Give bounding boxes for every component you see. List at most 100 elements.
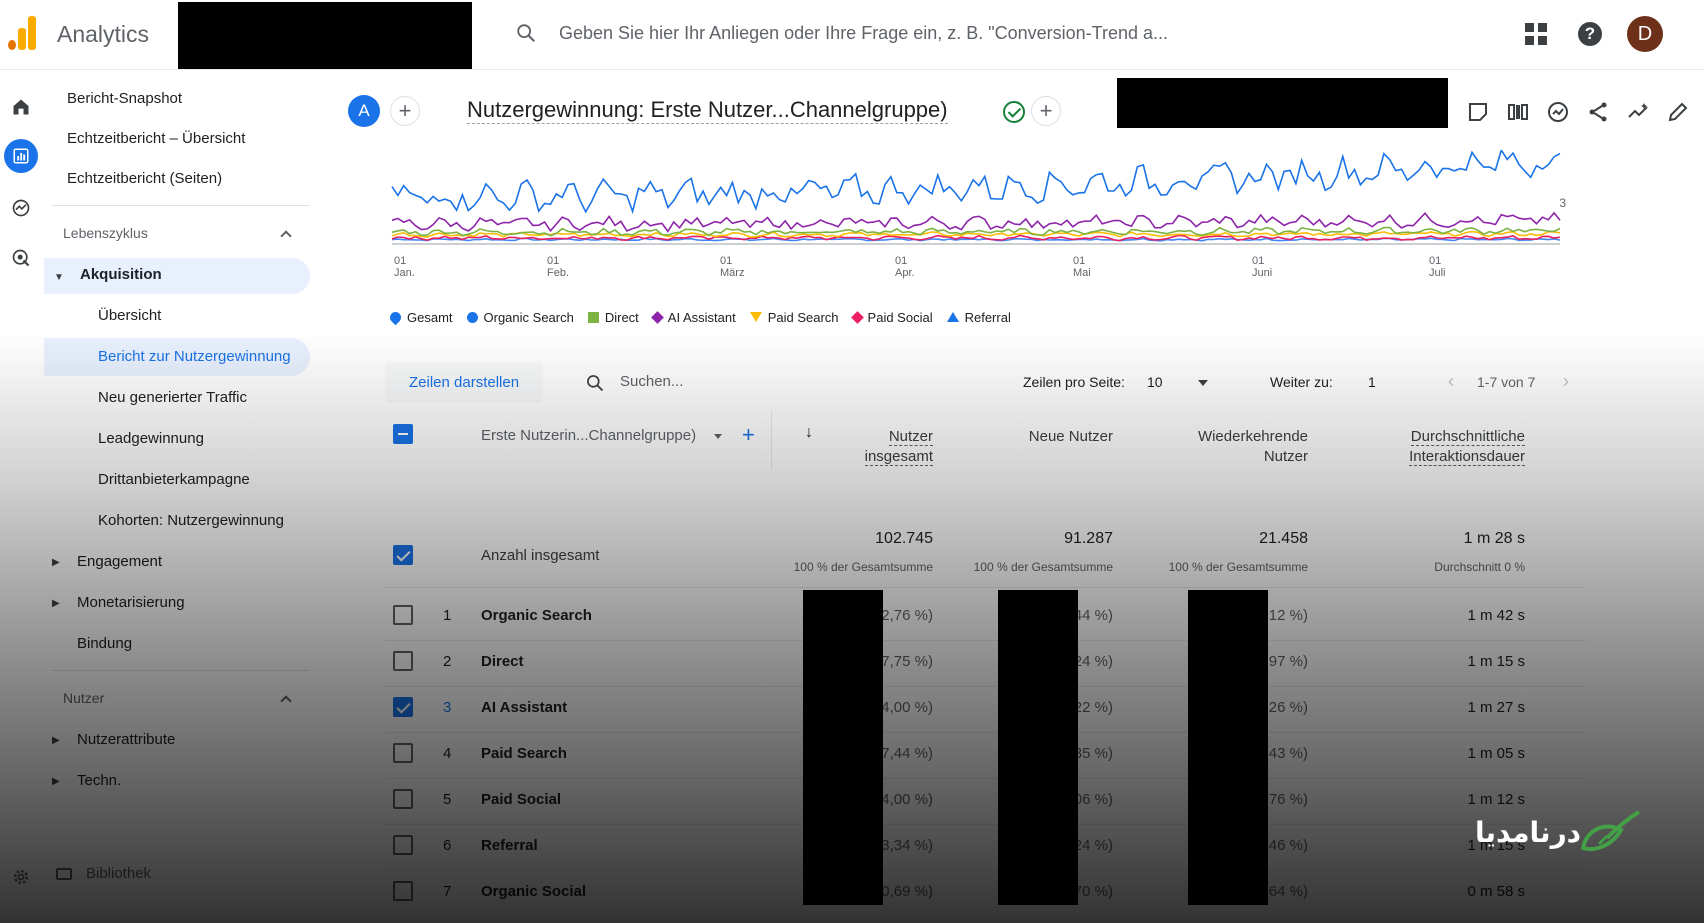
annotation-icon[interactable] [1466, 100, 1490, 124]
legend-item[interactable]: Paid Social [850, 307, 933, 327]
row-checkbox[interactable] [393, 743, 413, 763]
help-icon[interactable]: ? [1578, 22, 1602, 46]
home-icon[interactable] [4, 90, 38, 124]
add-comparison-button[interactable]: + [390, 96, 420, 126]
nav-user-acquisition[interactable]: Bericht zur Nutzergewinnung [98, 348, 291, 365]
trend-sparkle-icon[interactable] [1626, 100, 1650, 124]
compare-icon[interactable] [1506, 100, 1530, 124]
nav-new-traffic[interactable]: Neu generierter Traffic [98, 389, 247, 406]
legend-label: AI Assistant [667, 309, 736, 325]
series-line-organic-search[interactable] [391, 150, 1561, 215]
search-icon[interactable] [585, 373, 605, 393]
nav-monetization[interactable]: Monetarisierung [77, 594, 185, 611]
redacted-property-selector [178, 2, 472, 69]
advertising-icon[interactable] [4, 241, 38, 275]
check-circle-icon[interactable] [1003, 101, 1025, 123]
row-channel-name[interactable]: Organic Social [481, 883, 586, 900]
edit-pencil-icon[interactable] [1666, 100, 1690, 124]
row-checkbox[interactable] [393, 651, 413, 671]
nav-realtime-overview[interactable]: Echtzeitbericht – Übersicht [67, 130, 245, 147]
row-channel-name[interactable]: Organic Search [481, 607, 592, 624]
row-checkbox[interactable] [393, 697, 413, 717]
legend-item[interactable]: Direct [587, 307, 639, 327]
row-index: 7 [443, 883, 452, 900]
share-icon[interactable] [1586, 100, 1610, 124]
next-page-icon[interactable]: › [1563, 371, 1569, 392]
row-checkbox[interactable] [393, 881, 413, 901]
prev-page-icon[interactable]: ‹ [1448, 371, 1454, 392]
nav-third-party-campaign[interactable]: Drittanbieterkampagne [98, 471, 250, 488]
global-search-input[interactable]: Geben Sie hier Ihr Anliegen oder Ihre Fr… [559, 23, 1168, 44]
row-channel-name[interactable]: AI Assistant [481, 699, 567, 716]
insights-icon[interactable] [1546, 100, 1570, 124]
legend-item[interactable]: Referral [946, 307, 1011, 327]
sort-arrow-down-icon[interactable]: ↓ [805, 424, 813, 442]
show-rows-button[interactable]: Zeilen darstellen [385, 363, 544, 403]
nav-section-lifecycle[interactable]: Lebenszyklus [63, 225, 148, 241]
reports-icon[interactable] [4, 139, 38, 173]
redacted-returning-values [1188, 590, 1268, 905]
dimension-selector[interactable]: Erste Nutzerin...Channelgruppe) [481, 427, 696, 444]
search-icon[interactable] [515, 22, 537, 44]
totals-checkbox[interactable] [393, 545, 413, 565]
user-avatar[interactable]: D [1627, 16, 1663, 52]
nav-section-users[interactable]: Nutzer [63, 690, 104, 706]
nav-acquisition[interactable]: Akquisition [80, 266, 162, 283]
col-header-total-users[interactable]: Nutzer insgesamt [825, 427, 933, 467]
legend-item[interactable]: Paid Search [749, 307, 839, 327]
add-filter-button[interactable]: + [1031, 96, 1061, 126]
nav-realtime-pages[interactable]: Echtzeitbericht (Seiten) [67, 170, 222, 187]
explore-icon[interactable] [4, 191, 38, 225]
row-channel-name[interactable]: Referral [481, 837, 538, 854]
dimension-dropdown-icon[interactable] [714, 434, 722, 439]
row-checkbox[interactable] [393, 835, 413, 855]
legend-item[interactable]: Gesamt [387, 307, 453, 327]
table-search-input[interactable]: Suchen... [620, 373, 683, 390]
chevron-up-icon[interactable] [280, 695, 292, 707]
rows-per-page-label: Zeilen pro Seite: [1023, 374, 1125, 390]
chevron-down-icon[interactable] [1198, 380, 1208, 386]
nav-report-snapshot[interactable]: Bericht-Snapshot [67, 90, 182, 107]
col-header-returning-users[interactable]: Wiederkehrende Nutzer [1155, 427, 1308, 467]
row-channel-name[interactable]: Direct [481, 653, 524, 670]
legend-item[interactable]: Organic Search [466, 307, 574, 327]
series-line-ai-assistant[interactable] [391, 211, 1561, 233]
caret-right-icon[interactable]: ▶ [52, 735, 60, 746]
row-avg-engagement: 1 m 12 s [1467, 791, 1525, 808]
folder-icon[interactable] [56, 868, 72, 880]
caret-right-icon[interactable]: ▶ [52, 598, 60, 609]
analytics-logo-icon[interactable] [8, 16, 38, 50]
row-checkbox[interactable] [393, 789, 413, 809]
col-header-avg-line1: Durchschnittliche [1410, 428, 1525, 446]
comparison-badge-a[interactable]: A [348, 95, 380, 127]
nav-retention[interactable]: Bindung [77, 635, 132, 652]
report-title[interactable]: Nutzergewinnung: Erste Nutzer...Channelg… [467, 97, 948, 124]
chevron-up-icon[interactable] [280, 230, 292, 242]
nav-engagement[interactable]: Engagement [77, 553, 162, 570]
apps-grid-icon[interactable] [1525, 23, 1547, 45]
settings-gear-icon[interactable] [4, 860, 38, 894]
nav-tech[interactable]: Techn. [77, 772, 121, 789]
row-checkbox[interactable] [393, 605, 413, 625]
goto-input[interactable]: 1 [1368, 374, 1376, 390]
add-dimension-plus-icon[interactable]: + [742, 422, 755, 448]
col-header-avg-engagement[interactable]: Durchschnittliche Interaktionsdauer [1345, 427, 1525, 467]
row-channel-name[interactable]: Paid Social [481, 791, 561, 808]
caret-down-icon[interactable]: ▼ [54, 272, 64, 283]
nav-lead-acquisition[interactable]: Leadgewinnung [98, 430, 204, 447]
acquisition-line-chart[interactable]: 01Jan.01Feb.01März01Apr.01Mai01Juni01Jul… [390, 150, 1570, 290]
select-all-checkbox[interactable] [393, 424, 413, 444]
nav-acquisition-overview[interactable]: Übersicht [98, 307, 161, 324]
row-channel-name[interactable]: Paid Search [481, 745, 567, 762]
x-tick-label: März [720, 267, 744, 279]
row-avg-engagement: 1 m 42 s [1467, 607, 1525, 624]
col-header-new-users[interactable]: Neue Nutzer [985, 427, 1113, 447]
nav-user-attributes[interactable]: Nutzerattribute [77, 731, 175, 748]
legend-item[interactable]: AI Assistant [650, 307, 736, 327]
caret-right-icon[interactable]: ▶ [52, 557, 60, 568]
x-tick-label: Juli [1429, 267, 1446, 279]
rows-per-page-select[interactable]: 10 [1147, 374, 1163, 390]
caret-right-icon[interactable]: ▶ [52, 776, 60, 787]
nav-cohorts[interactable]: Kohorten: Nutzergewinnung [98, 512, 284, 529]
nav-library[interactable]: Bibliothek [86, 865, 151, 882]
